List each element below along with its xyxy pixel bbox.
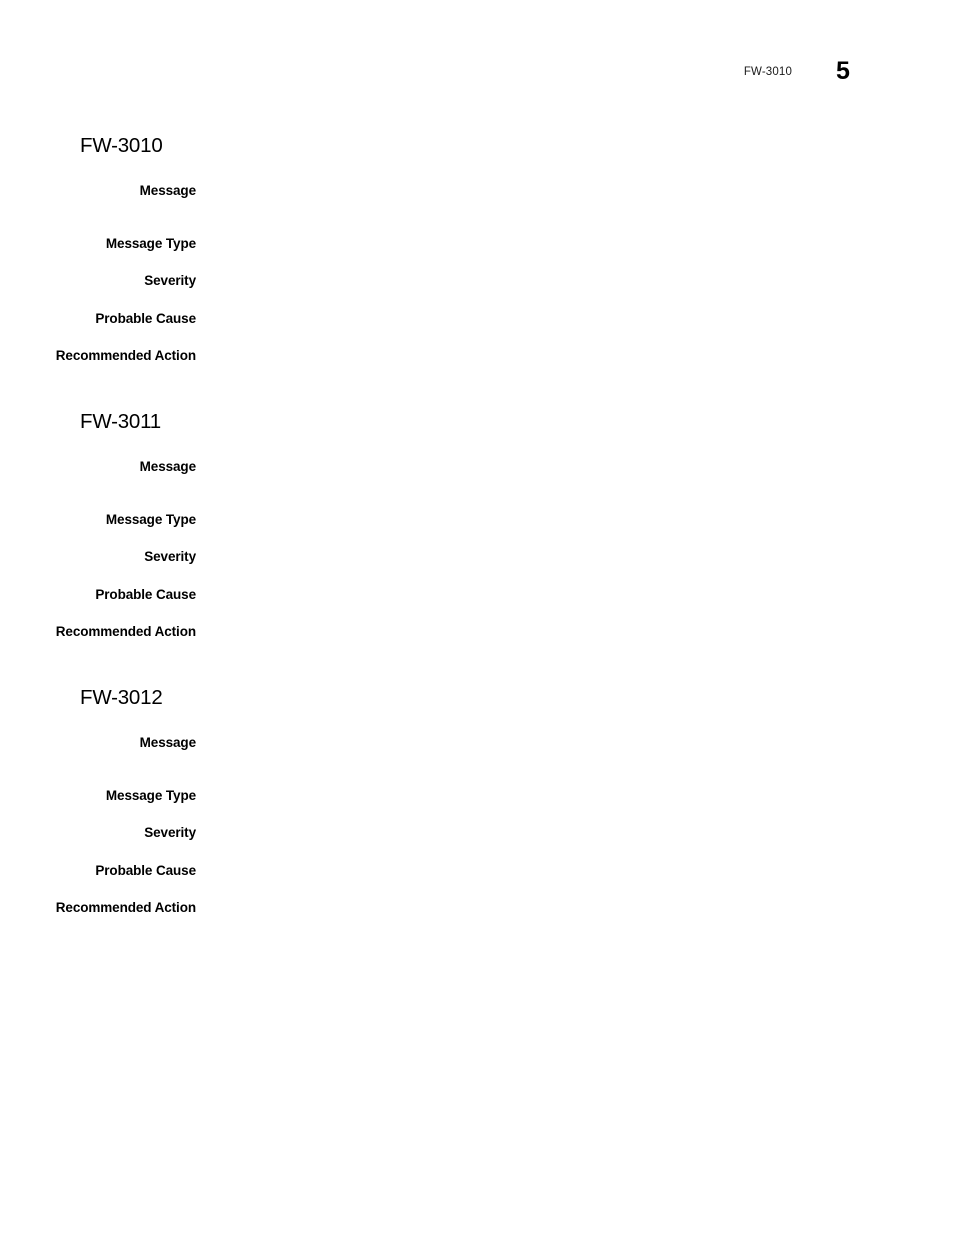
section-heading: FW-3012 — [80, 686, 163, 709]
field-label: Recommended Action — [55, 348, 196, 363]
field-label: Probable Cause — [95, 587, 196, 602]
field-label: Recommended Action — [55, 900, 196, 915]
field-label: Message — [139, 459, 196, 474]
page-number: 5 — [836, 57, 850, 85]
field-label: Probable Cause — [95, 863, 196, 878]
field-label: Severity — [144, 549, 196, 564]
field-label: Message Type — [105, 236, 196, 251]
field-label: Severity — [144, 825, 196, 840]
field-label: Severity — [144, 273, 196, 288]
field-label: Message — [139, 735, 196, 750]
field-label: Recommended Action — [55, 624, 196, 639]
section-heading: FW-3010 — [80, 134, 163, 157]
field-label: Message Type — [105, 512, 196, 527]
running-header-title: FW-3010 — [743, 66, 792, 78]
section-heading: FW-3011 — [80, 410, 162, 433]
page-running-header: FW-3010 5 — [0, 57, 954, 96]
field-label: Probable Cause — [95, 311, 196, 326]
field-label: Message — [139, 183, 196, 198]
field-label: Message Type — [105, 788, 196, 803]
document-page: FW-3010 5 FW-3010 Message Message Type Seve… — [0, 0, 954, 1235]
